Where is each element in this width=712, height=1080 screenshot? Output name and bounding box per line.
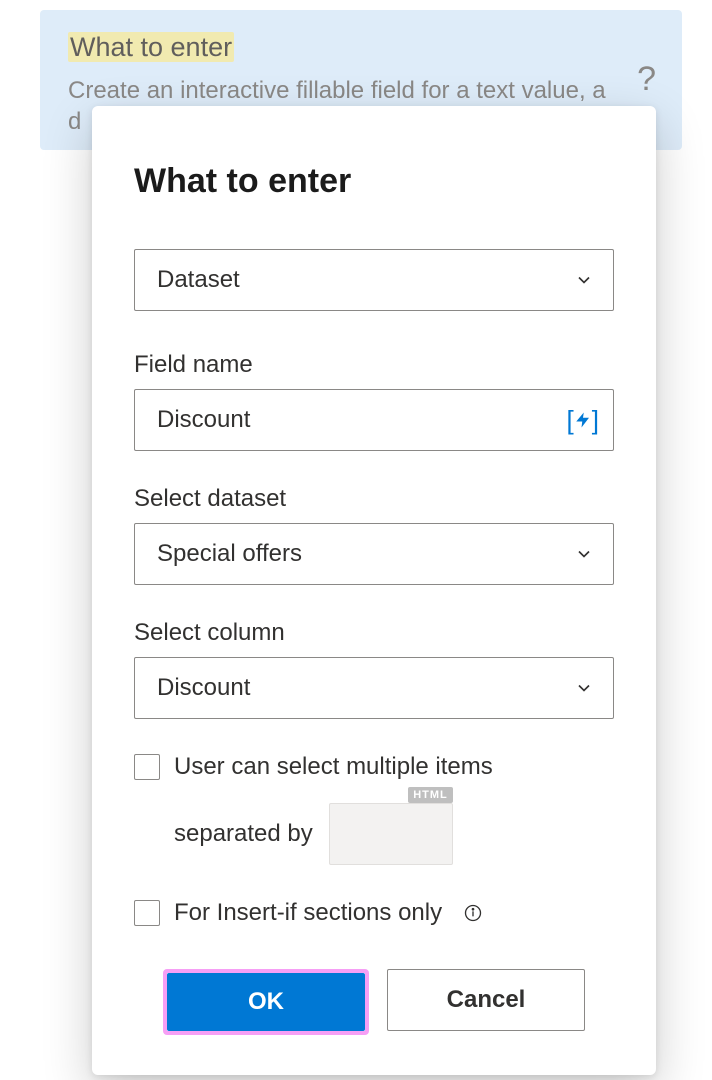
modal-button-row: OK Cancel [134, 969, 614, 1035]
select-dataset-label: Select dataset [134, 485, 614, 513]
multi-select-row: User can select multiple items [134, 753, 614, 781]
page-title-highlight: What to enter [68, 32, 234, 62]
multi-select-checkbox[interactable] [134, 754, 160, 780]
ok-button[interactable]: OK [167, 973, 365, 1031]
insert-if-checkbox[interactable] [134, 900, 160, 926]
cancel-button[interactable]: Cancel [387, 969, 585, 1031]
multi-select-label: User can select multiple items [174, 753, 493, 781]
what-to-enter-modal: What to enter Dataset Field name Discoun… [92, 106, 656, 1075]
dynamic-value-icon[interactable]: [] [567, 405, 599, 436]
field-name-input[interactable]: Discount [] [134, 389, 614, 451]
modal-title: What to enter [134, 162, 614, 201]
select-dataset-value: Special offers [157, 540, 302, 568]
separator-label: separated by [174, 820, 313, 848]
select-column-dropdown[interactable]: Discount [134, 657, 614, 719]
field-name-label: Field name [134, 351, 614, 379]
select-column-label: Select column [134, 619, 614, 647]
chevron-down-icon [573, 677, 595, 699]
separator-input[interactable] [329, 803, 453, 865]
insert-if-row: For Insert-if sections only [134, 899, 614, 927]
type-select-value: Dataset [157, 266, 240, 294]
chevron-down-icon [573, 269, 595, 291]
select-column-value: Discount [157, 674, 250, 702]
select-dataset-dropdown[interactable]: Special offers [134, 523, 614, 585]
chevron-down-icon [573, 543, 595, 565]
help-icon[interactable]: ? [637, 60, 656, 99]
insert-if-label: For Insert-if sections only [174, 899, 442, 927]
field-name-value: Discount [157, 406, 250, 434]
type-select[interactable]: Dataset [134, 249, 614, 311]
separator-row: separated by HTML [174, 803, 614, 865]
info-icon[interactable] [462, 902, 484, 924]
html-badge: HTML [408, 787, 453, 803]
ok-button-highlight: OK [163, 969, 369, 1035]
